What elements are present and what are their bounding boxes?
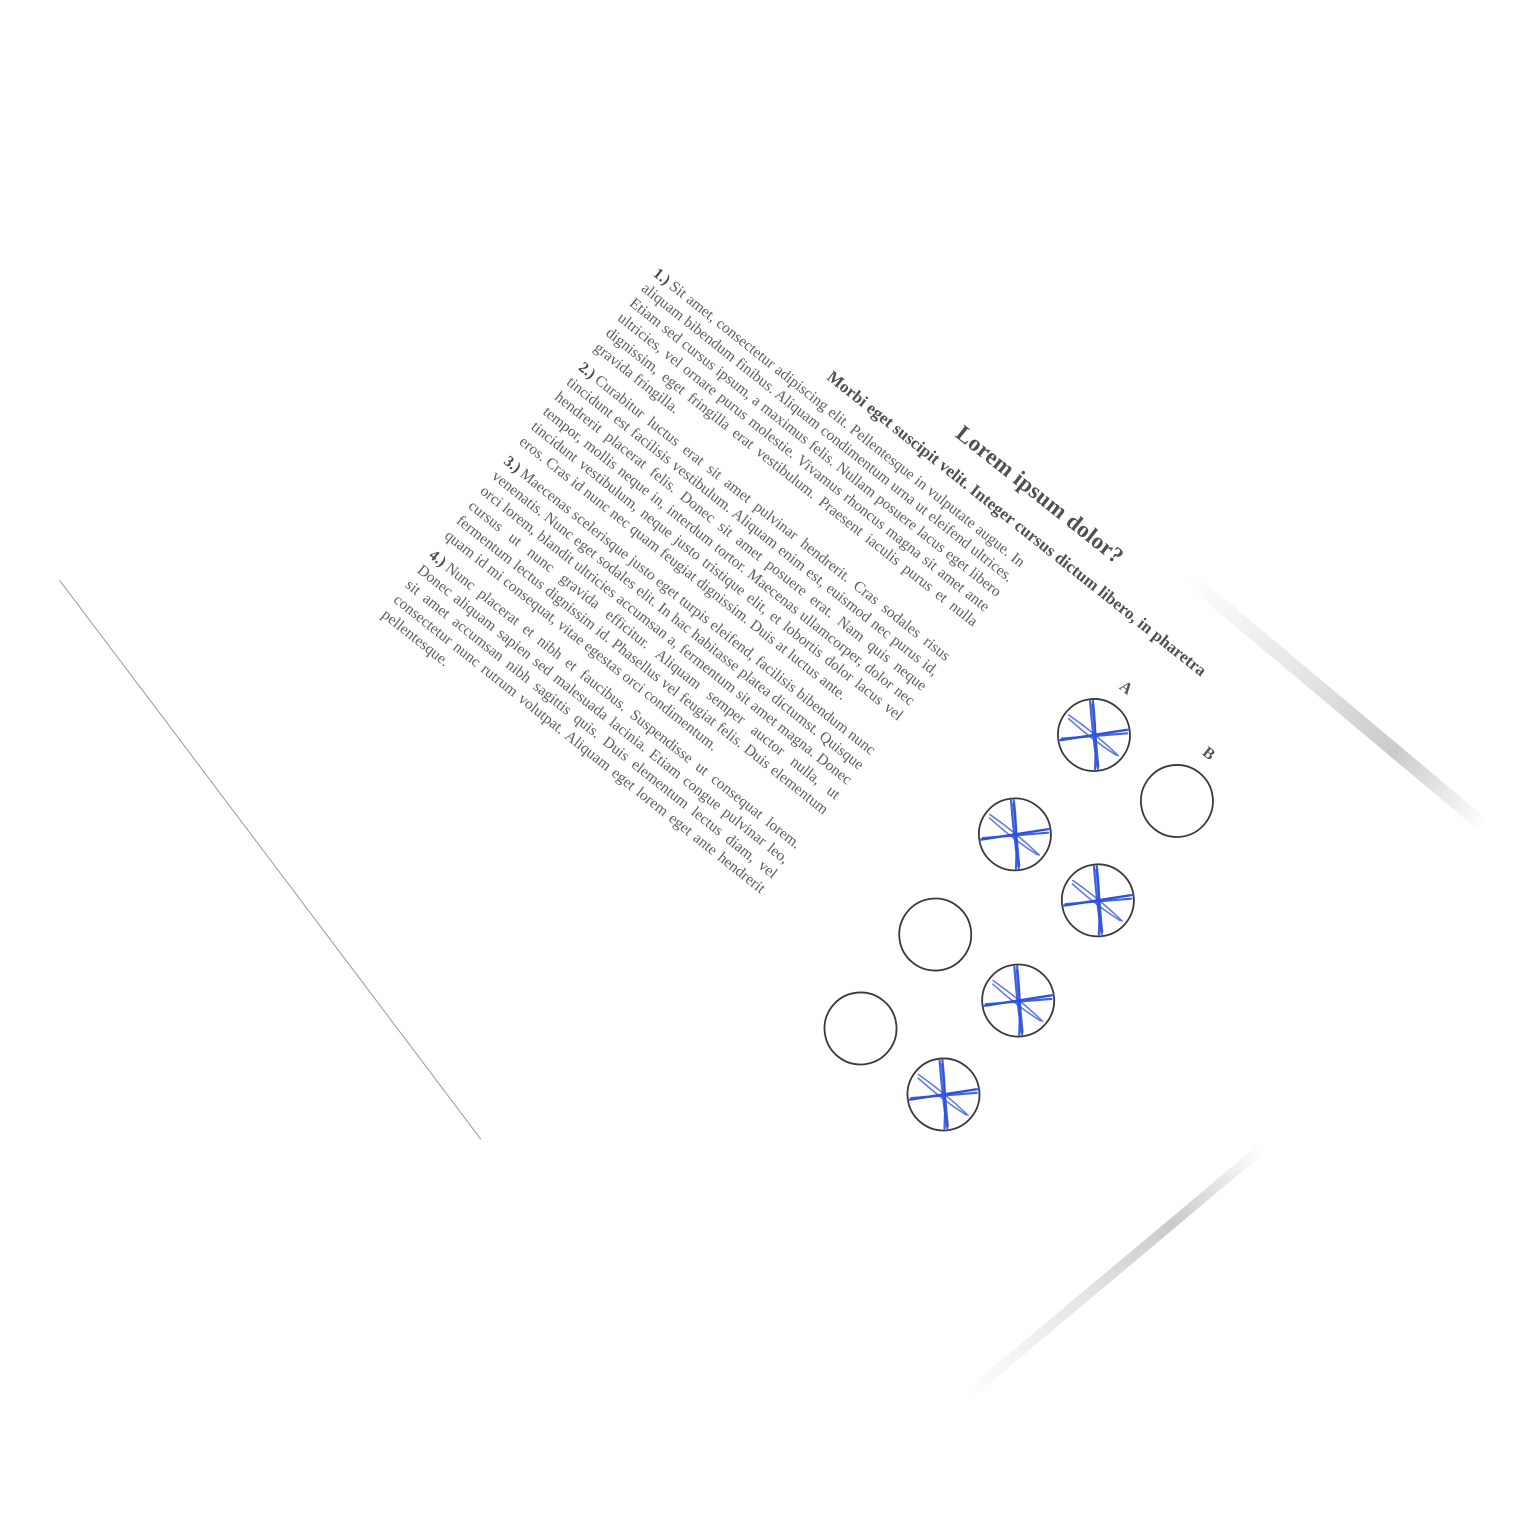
photo-stage: Lorem ipsum dolor? Morbi eget suscipit v… (0, 0, 1514, 1514)
